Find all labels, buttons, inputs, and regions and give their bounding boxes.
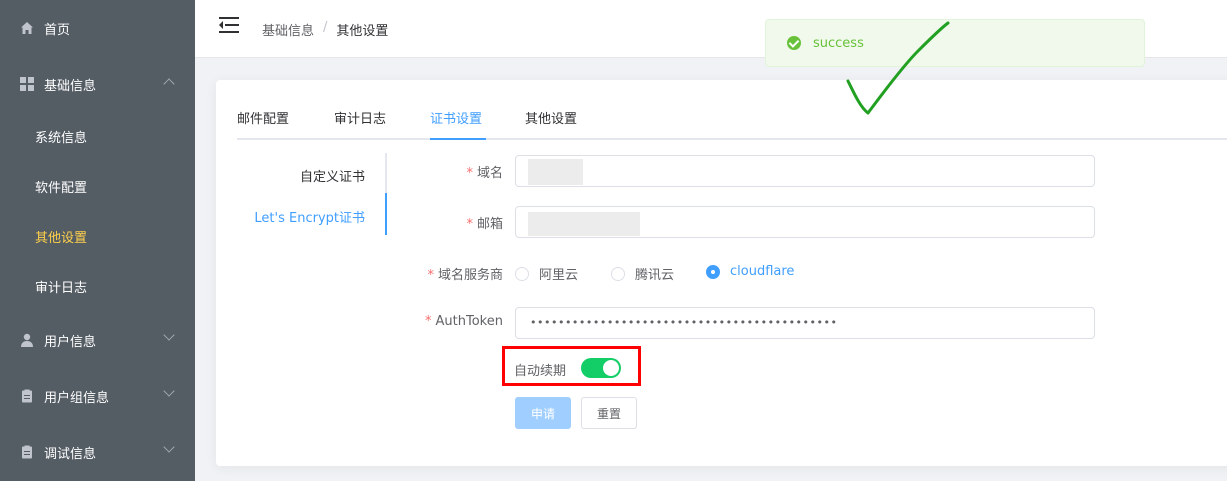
- settings-tabs: 邮件配置 审计日志 证书设置 其他设置: [237, 110, 1227, 140]
- breadcrumb-item-current: 其他设置: [336, 24, 389, 39]
- domain-input[interactable]: [515, 155, 1095, 187]
- sidebar-item-debug-info[interactable]: 调试信息: [0, 427, 195, 477]
- breadcrumb-item[interactable]: 基础信息: [262, 20, 314, 39]
- auto-renew-switch[interactable]: [581, 358, 621, 378]
- domain-label: * 域名: [466, 166, 503, 181]
- provider-label: * 域名服务商: [427, 268, 503, 283]
- email-input[interactable]: [515, 206, 1095, 238]
- grid-icon: [20, 77, 34, 91]
- tab-mail-config[interactable]: 邮件配置: [237, 110, 289, 140]
- sidebar-item-label: 首页: [44, 22, 71, 38]
- collapse-menu-icon[interactable]: [219, 17, 239, 33]
- sidebar: 首页 基础信息 系统信息 软件配置 其他设置 审计日志 用户信息 用户组信息 调…: [0, 0, 195, 481]
- tab-cert-settings[interactable]: 证书设置: [430, 110, 482, 140]
- breadcrumb-separator: /: [323, 20, 328, 35]
- sidebar-subitem-software-config[interactable]: 软件配置: [0, 161, 195, 211]
- user-icon: [20, 333, 34, 347]
- tab-other-settings[interactable]: 其他设置: [525, 110, 577, 140]
- radio-circle: [515, 266, 529, 281]
- sidebar-item-label: 用户组信息: [44, 390, 110, 406]
- sidebar-item-user-group-info[interactable]: 用户组信息: [0, 371, 195, 421]
- redacted-value: [528, 212, 640, 236]
- radio-circle-checked: [706, 264, 720, 279]
- chevron-down-icon: [163, 385, 175, 397]
- tab-custom-cert[interactable]: 自定义证书: [300, 166, 365, 185]
- chevron-down-icon: [163, 441, 175, 453]
- email-label: * 邮箱: [466, 217, 503, 232]
- active-tab-indicator: [430, 138, 486, 140]
- sidebar-item-user-info[interactable]: 用户信息: [0, 315, 195, 365]
- success-notification: success: [765, 19, 1145, 67]
- breadcrumb: 基础信息 / 其他设置: [262, 20, 388, 39]
- chevron-up-icon: [163, 78, 175, 90]
- radio-tencent[interactable]: 腾讯云: [611, 264, 674, 283]
- sidebar-item-label: 基础信息: [44, 78, 97, 94]
- tab-audit-log[interactable]: 审计日志: [334, 110, 386, 140]
- sidebar-subitem-audit-log[interactable]: 审计日志: [0, 261, 195, 311]
- active-vtab-indicator: [385, 193, 387, 235]
- sidebar-item-home[interactable]: 首页: [0, 3, 195, 53]
- sidebar-item-label: 调试信息: [44, 446, 97, 462]
- sidebar-subitem-other-settings[interactable]: 其他设置: [0, 211, 195, 261]
- radio-cloudflare[interactable]: cloudflare: [706, 264, 794, 279]
- radio-aliyun[interactable]: 阿里云: [515, 264, 578, 283]
- sidebar-subitem-system-info[interactable]: 系统信息: [0, 111, 195, 161]
- redacted-value: [528, 159, 583, 185]
- sidebar-item-basic-info[interactable]: 基础信息: [0, 59, 195, 109]
- radio-circle: [611, 266, 625, 281]
- sidebar-item-label: 用户信息: [44, 334, 97, 350]
- home-icon: [20, 21, 34, 35]
- authtoken-label: * AuthToken: [425, 314, 503, 329]
- chevron-down-icon: [163, 329, 175, 341]
- authtoken-input[interactable]: ••••••••••••••••••••••••••••••••••••••••…: [515, 307, 1095, 339]
- notification-message: success: [813, 35, 864, 51]
- success-check-icon: [787, 36, 801, 50]
- reset-button[interactable]: 重置: [581, 397, 637, 429]
- cert-type-tabs: 自定义证书 Let's Encrypt证书: [237, 153, 387, 235]
- apply-button[interactable]: 申请: [515, 397, 571, 429]
- auto-renew-label: 自动续期: [514, 364, 567, 379]
- tab-letsencrypt-cert[interactable]: Let's Encrypt证书: [254, 207, 365, 226]
- clipboard-icon: [20, 445, 34, 459]
- clipboard-icon: [20, 389, 34, 403]
- password-dots: ••••••••••••••••••••••••••••••••••••••••…: [530, 316, 838, 329]
